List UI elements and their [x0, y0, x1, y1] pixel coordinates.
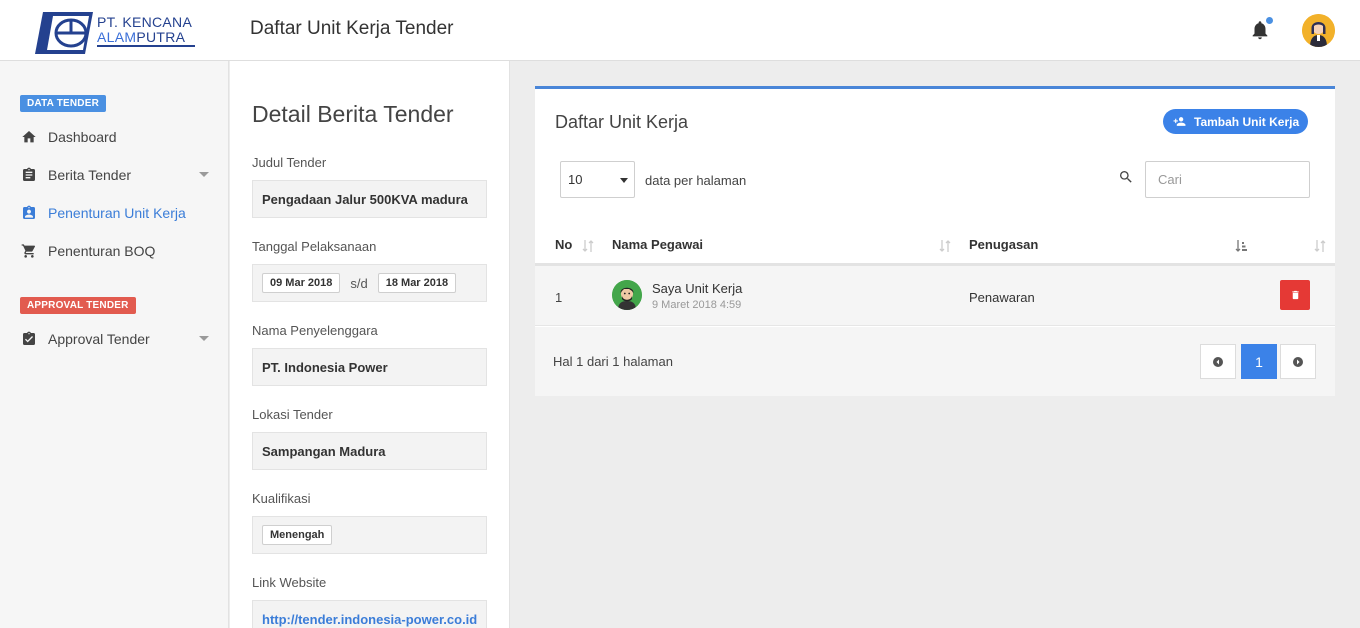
prev-page-button[interactable]	[1200, 344, 1236, 379]
penyelenggara-label: Nama Penyelenggara	[252, 323, 378, 338]
home-icon	[21, 129, 37, 145]
section-label-approval-tender: APPROVAL TENDER	[20, 297, 136, 314]
per-page-select[interactable]: 10	[560, 161, 635, 198]
per-page-value: 10	[568, 172, 583, 187]
logo-underline	[97, 45, 195, 47]
kualifikasi-value: Menengah	[252, 516, 487, 554]
unit-kerja-card: Daftar Unit Kerja Tambah Unit Kerja 10 d…	[535, 86, 1335, 396]
sidebar-item-penenturan-boq[interactable]: Penenturan BOQ	[0, 235, 229, 267]
detail-panel: Detail Berita Tender Judul Tender Pengad…	[230, 61, 510, 628]
cell-no: 1	[555, 290, 563, 305]
per-page-label: data per halaman	[645, 173, 747, 188]
page-info: Hal 1 dari 1 halaman	[553, 354, 673, 369]
sort-asc-icon[interactable]	[1235, 239, 1247, 253]
table-row[interactable]: 1 Saya Unit Kerja 9 Maret 2018 4:59 Pena…	[535, 266, 1335, 326]
logo-text: PT. KENCANA ALAMPUTRA	[97, 15, 192, 45]
logo-line-1: PT. KENCANA	[97, 14, 193, 30]
detail-heading: Detail Berita Tender	[252, 101, 454, 127]
sidebar-item-label: Approval Tender	[48, 331, 150, 347]
page-button-1[interactable]: 1	[1241, 344, 1277, 379]
chevron-right-icon	[1293, 356, 1303, 367]
clipboard-icon	[21, 167, 37, 183]
sidebar-item-label: Dashboard	[48, 129, 117, 145]
employee-avatar-icon	[612, 280, 642, 310]
judul-label: Judul Tender	[252, 155, 327, 170]
sidebar-item-approval-tender[interactable]: Approval Tender	[0, 323, 229, 355]
assignment-check-icon	[21, 331, 37, 347]
notification-badge	[1266, 17, 1273, 24]
sidebar-item-label: Penenturan Unit Kerja	[48, 205, 186, 221]
sort-icon[interactable]	[939, 239, 951, 253]
caret-down-icon	[620, 178, 628, 183]
kualifikasi-label: Kualifikasi	[252, 491, 311, 506]
tanggal-label: Tanggal Pelaksanaan	[252, 239, 377, 254]
company-logo[interactable]: PT. KENCANA ALAMPUTRA	[33, 10, 198, 56]
sidebar-item-label: Penenturan BOQ	[48, 243, 156, 259]
tanggal-start: 09 Mar 2018	[262, 273, 341, 293]
sidebar-item-dashboard[interactable]: Dashboard	[0, 121, 229, 153]
logo-emblem-icon	[35, 12, 93, 54]
column-header-penugasan[interactable]: Penugasan	[969, 237, 1038, 252]
penyelenggara-value: PT. Indonesia Power	[252, 348, 487, 386]
cell-penugasan: Penawaran	[969, 290, 1035, 305]
employee-date: 9 Maret 2018 4:59	[652, 299, 742, 311]
column-header-no[interactable]: No	[555, 237, 572, 252]
website-value: http://tender.indonesia-power.co.id	[252, 600, 487, 628]
tanggal-value: 09 Mar 2018 s/d 18 Mar 2018	[252, 264, 487, 302]
person-add-icon	[1173, 115, 1186, 128]
table-footer: Hal 1 dari 1 halaman 1	[535, 327, 1335, 396]
chevron-down-icon	[199, 336, 209, 341]
search-icon[interactable]	[1118, 169, 1134, 185]
page-title: Daftar Unit Kerja Tender	[250, 18, 454, 39]
chevron-left-icon	[1213, 356, 1223, 367]
assignment-ind-icon	[21, 205, 37, 221]
employee-avatar	[612, 280, 642, 310]
employee-name: Saya Unit Kerja	[652, 281, 743, 296]
lokasi-value: Sampangan Madura	[252, 432, 487, 470]
logo-line-2: ALAMPUTRA	[97, 29, 186, 45]
chevron-down-icon	[199, 172, 209, 177]
sort-icon[interactable]	[582, 239, 594, 253]
website-link[interactable]: http://tender.indonesia-power.co.id	[262, 612, 477, 627]
user-avatar[interactable]	[1302, 14, 1335, 47]
section-label-data-tender: DATA TENDER	[20, 95, 107, 112]
website-label: Link Website	[252, 575, 327, 590]
sidebar-item-berita-tender[interactable]: Berita Tender	[0, 159, 229, 191]
card-title: Daftar Unit Kerja	[555, 112, 689, 132]
sidebar: DATA TENDER Dashboard Berita Tender Pene…	[0, 61, 229, 628]
tanggal-end: 18 Mar 2018	[377, 273, 457, 293]
add-button-label: Tambah Unit Kerja	[1194, 114, 1300, 129]
column-header-nama[interactable]: Nama Pegawai	[612, 237, 703, 252]
user-avatar-icon	[1302, 14, 1335, 47]
next-page-button[interactable]	[1280, 344, 1316, 379]
sidebar-item-label: Berita Tender	[48, 167, 132, 183]
lokasi-label: Lokasi Tender	[252, 407, 333, 422]
add-unit-kerja-button[interactable]: Tambah Unit Kerja	[1163, 109, 1309, 134]
top-bar: PT. KENCANA ALAMPUTRA Daftar Unit Kerja …	[0, 0, 1360, 61]
judul-value: Pengadaan Jalur 500KVA madura	[252, 180, 487, 218]
kualifikasi-chip: Menengah	[262, 525, 333, 545]
sidebar-item-penenturan-unit-kerja[interactable]: Penenturan Unit Kerja	[0, 197, 229, 229]
trash-icon	[1291, 290, 1299, 300]
tanggal-separator: s/d	[350, 275, 368, 291]
cart-icon	[21, 243, 37, 259]
sort-icon[interactable]	[1314, 239, 1326, 253]
delete-button[interactable]	[1280, 280, 1310, 310]
search-input[interactable]	[1145, 161, 1310, 198]
